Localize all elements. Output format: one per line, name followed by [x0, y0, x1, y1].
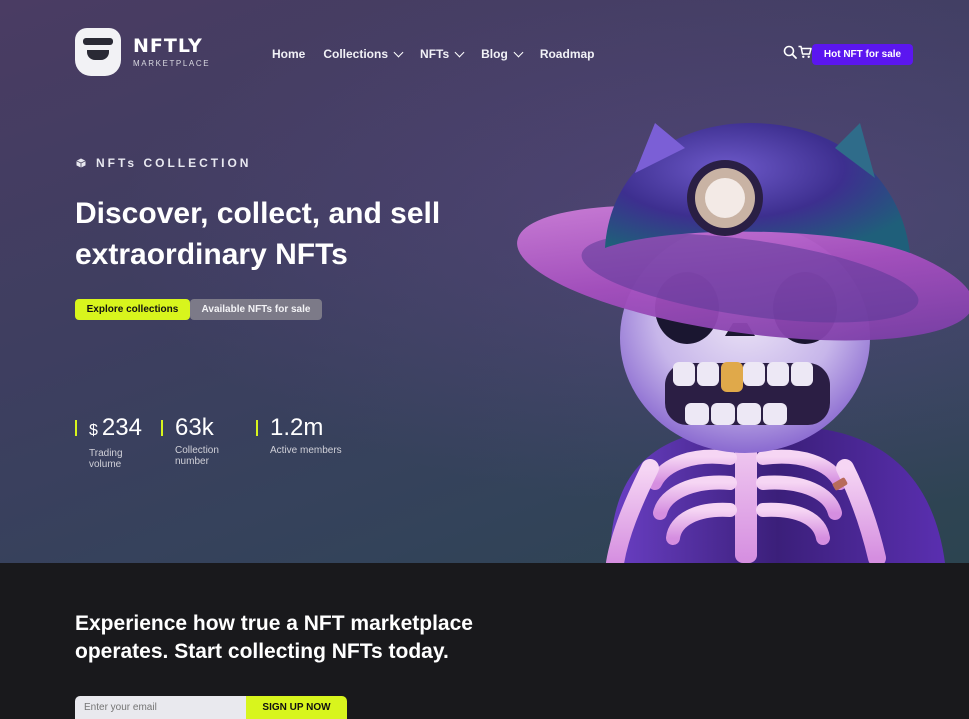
chevron-down-icon — [513, 47, 524, 57]
brand-subtitle: MARKETPLACE — [133, 58, 211, 68]
cube-icon — [76, 158, 86, 168]
stat-currency: $ — [89, 422, 98, 439]
search-icon[interactable] — [783, 45, 797, 59]
stat-collection-number: 63k Collection number — [161, 415, 252, 470]
eyebrow-text: NFTs COLLECTION — [96, 156, 252, 170]
nav-item-roadmap[interactable]: Roadmap — [540, 47, 595, 61]
section-eyebrow: NFTs COLLECTION — [76, 156, 251, 170]
nav-item-label: Home — [272, 47, 306, 61]
available-nfts-button[interactable]: Available NFTs for sale — [190, 299, 322, 320]
email-input[interactable] — [75, 696, 246, 719]
signup-button[interactable]: SIGN UP NOW — [246, 696, 347, 719]
newsletter-heading: Experience how true a NFT marketplace op… — [75, 612, 473, 663]
stat-value: 63k — [175, 414, 214, 441]
stats-row: $234 Trading volume 63k Collection numbe… — [75, 415, 354, 470]
hot-nft-button[interactable]: Hot NFT for sale — [812, 44, 913, 65]
stat-label: Trading volume — [89, 448, 123, 470]
brand-title: NFTLY — [133, 34, 203, 57]
stat-value: 1.2m — [270, 414, 324, 441]
nav-item-label: Roadmap — [539, 47, 595, 61]
explore-collections-button[interactable]: Explore collections — [75, 299, 190, 320]
stat-value: 234 — [101, 414, 142, 441]
stat-trading-volume: $234 Trading volume — [75, 415, 157, 470]
stat-active-members: 1.2m Active members — [256, 415, 350, 470]
nav-item-blog[interactable]: Blog — [481, 47, 524, 61]
hero-character-image — [517, 123, 969, 563]
nav-item-collections[interactable]: Collections — [323, 47, 404, 61]
nav-item-label: Blog — [481, 47, 508, 61]
nav-item-home[interactable]: Home — [272, 47, 305, 61]
ninja-mask-icon — [75, 28, 121, 76]
cart-icon[interactable] — [798, 45, 812, 59]
nav-item-label: Collections — [323, 47, 389, 61]
main-nav: Home Collections NFTs Blog Roadmap — [272, 47, 613, 61]
stat-label: Collection number — [175, 445, 219, 467]
stat-label: Active members — [270, 445, 342, 456]
nav-item-label: NFTs — [420, 47, 450, 61]
chevron-down-icon — [393, 47, 404, 57]
nav-item-nfts[interactable]: NFTs — [420, 47, 465, 61]
chevron-down-icon — [454, 47, 465, 57]
hero-heading: Discover, collect, and sell extraordinar… — [75, 197, 441, 271]
brand-logo[interactable]: NFTLY MARKETPLACE — [75, 28, 210, 76]
hero-section: NFTLY MARKETPLACE Home Collections NFTs … — [0, 0, 969, 563]
